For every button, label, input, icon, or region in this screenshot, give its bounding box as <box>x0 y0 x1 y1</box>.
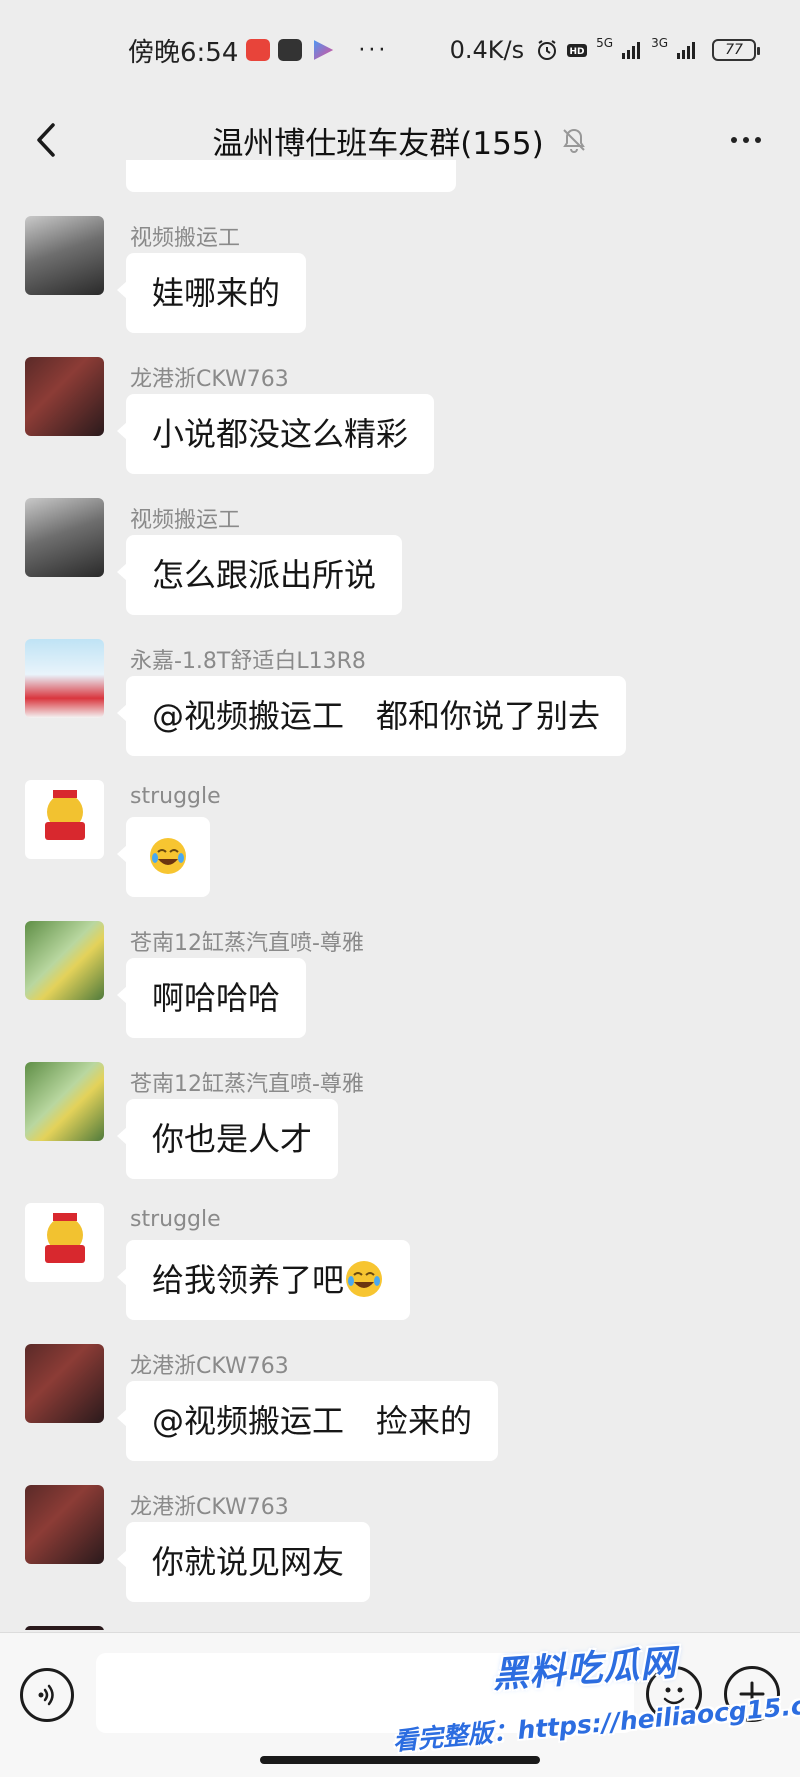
avatar[interactable] <box>25 1485 104 1564</box>
avatar[interactable] <box>25 639 104 718</box>
sender-name: struggle <box>130 784 221 809</box>
message-text: 给我领养了吧 <box>152 1261 345 1299</box>
sender-name: 苍南12缸蒸汽直喷-尊雅 <box>130 931 364 956</box>
sender-name: 苍南12缸蒸汽直喷-尊雅 <box>130 1072 364 1097</box>
home-indicator[interactable] <box>260 1756 540 1764</box>
message-bubble[interactable]: 给我领养了吧 <box>116 1240 411 1320</box>
status-more-dots: ··· <box>358 37 389 63</box>
sender-name: 龙港浙CKW763 <box>130 1354 289 1379</box>
voice-icon <box>38 1684 54 1706</box>
voice-button[interactable] <box>20 1668 74 1722</box>
message-bubble[interactable]: 小说都没这么精彩 <box>116 394 435 474</box>
hd-icon: HD <box>567 44 588 57</box>
more-icon <box>731 137 737 143</box>
message-text: 小说都没这么精彩 <box>152 415 409 453</box>
app-square-icon <box>278 39 303 61</box>
message-text: 你就说见网友 <box>152 1543 345 1581</box>
battery-icon: 77 <box>712 39 760 61</box>
more-button[interactable] <box>722 122 770 158</box>
avatar[interactable] <box>25 921 104 1000</box>
message-bubble[interactable] <box>117 817 210 897</box>
more-icon-dot <box>743 137 749 143</box>
svg-text:HD: HD <box>570 47 585 57</box>
avatar[interactable] <box>25 1344 104 1423</box>
message-text: 娃哪来的 <box>152 274 281 312</box>
avatar[interactable] <box>25 1062 104 1141</box>
message-text: 你也是人才 <box>152 1120 313 1158</box>
network-speed: 0.4K/s <box>449 36 525 64</box>
status-right-group: 0.4K/s HD 5G 3G 77 <box>449 0 760 100</box>
more-icon-dot <box>755 137 761 143</box>
avatar-cartoon-icon <box>45 1213 85 1263</box>
message-text: 啊哈哈哈 <box>152 979 281 1017</box>
message-text: 怎么跟派出所说 <box>152 556 377 594</box>
sender-name: 龙港浙CKW763 <box>130 1495 289 1520</box>
chat-title: 温州博仕班车友群(155) <box>212 125 544 162</box>
back-icon <box>37 123 55 157</box>
message-bubble[interactable]: 你也是人才 <box>116 1099 339 1179</box>
mute-icon <box>562 128 585 153</box>
avatar[interactable] <box>25 1626 104 1630</box>
message-bubble[interactable]: 啊哈哈哈 <box>116 958 307 1038</box>
message-text: @视频搬运工 捡来的 <box>152 1402 473 1440</box>
avatar[interactable] <box>25 1203 104 1282</box>
avatar[interactable] <box>25 216 104 295</box>
message-text: @视频搬运工 都和你说了别去 <box>152 697 601 735</box>
message-list[interactable]: 视频搬运工 娃哪来的 龙港浙CKW763 小说都没这么精彩 视频搬运工 怎么跟派… <box>0 160 800 1630</box>
signal-1-label: 5G <box>596 36 614 50</box>
status-time: 傍晚6:54 <box>128 37 239 68</box>
message-bubble[interactable]: 怎么跟派出所说 <box>116 535 403 615</box>
avatar[interactable] <box>25 357 104 436</box>
previous-message-bubble <box>126 160 456 192</box>
laugh-cry-emoji-icon <box>150 838 186 874</box>
avatar-cartoon-icon <box>45 790 85 840</box>
message-bubble[interactable]: @视频搬运工 捡来的 <box>116 1381 499 1461</box>
message-bubble[interactable]: 娃哪来的 <box>116 253 307 333</box>
laugh-cry-emoji-icon <box>346 1261 383 1297</box>
sender-name: 视频搬运工 <box>130 508 241 533</box>
back-button[interactable] <box>26 118 66 162</box>
status-bar: 傍晚6:54 ··· 0.4K/s HD 5G 3G 77 <box>0 0 800 100</box>
alarm-icon <box>538 40 557 60</box>
message-bubble[interactable]: 你就说见网友 <box>116 1522 371 1602</box>
sender-name: 视频搬运工 <box>130 226 241 251</box>
message-bubble[interactable]: @视频搬运工 都和你说了别去 <box>116 676 627 756</box>
app-play-icon <box>313 40 334 60</box>
avatar[interactable] <box>25 498 104 577</box>
signal-icon <box>622 42 641 59</box>
app-badge-icon <box>246 39 271 61</box>
sender-name: 龙港浙CKW763 <box>130 367 289 392</box>
signal-icon <box>677 42 695 59</box>
signal-2-label: 3G <box>651 36 668 50</box>
avatar[interactable] <box>25 780 104 859</box>
sender-name: 永嘉-1.8T舒适白L13R8 <box>130 649 366 674</box>
sender-name: struggle <box>130 1207 221 1232</box>
